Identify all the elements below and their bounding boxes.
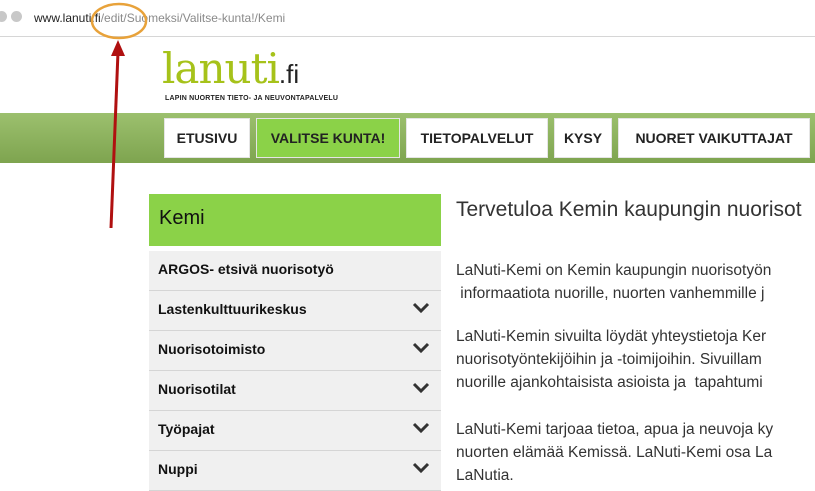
globe-icon xyxy=(11,11,22,22)
url-text[interactable]: www.lanuti.fi/edit/Suomeksi/Valitse-kunt… xyxy=(34,11,285,25)
nav-item-valitse-kunta[interactable]: VALITSE KUNTA! xyxy=(256,118,400,158)
arrow-head-icon xyxy=(111,40,125,56)
sidebar-item-label: Työpajat xyxy=(158,421,215,437)
nav-item-kysy[interactable]: KYSY xyxy=(554,118,612,158)
logo-wordmark: lanuti xyxy=(162,44,280,93)
paragraph-line: nuorten elämää Kemissä. LaNuti-Kemi osa … xyxy=(456,444,773,461)
chevron-down-icon[interactable] xyxy=(411,421,431,435)
content-paragraph-2: LaNuti-Kemin sivuilta löydät yhteystieto… xyxy=(456,325,766,394)
paragraph-line: LaNutia. xyxy=(456,467,514,484)
paragraph-line: LaNuti-Kemi tarjoaa tietoa, apua ja neuv… xyxy=(456,421,774,438)
chevron-down-icon[interactable] xyxy=(411,341,431,355)
site-logo[interactable]: lanuti.fi LAPIN NUORTEN TIETO- JA NEUVON… xyxy=(162,48,338,103)
paragraph-line: LaNuti-Kemi on Kemin kaupungin nuorisoty… xyxy=(456,262,772,279)
sidebar-title: Kemi xyxy=(149,194,441,246)
back-icon[interactable] xyxy=(0,11,7,22)
url-domain: www.lanuti.fi xyxy=(34,11,101,25)
logo-tagline: LAPIN NUORTEN TIETO- JA NEUVONTAPALVELU xyxy=(165,95,339,102)
sidebar-item-label: Nuorisotilat xyxy=(158,381,236,397)
sidebar-item-nuorisotilat[interactable]: Nuorisotilat xyxy=(149,371,441,411)
sidebar-item-tyopajat[interactable]: Työpajat xyxy=(149,411,441,451)
sidebar-item-lastenkulttuurikeskus[interactable]: Lastenkulttuurikeskus xyxy=(149,291,441,331)
browser-url-bar[interactable]: www.lanuti.fi/edit/Suomeksi/Valitse-kunt… xyxy=(0,0,815,37)
nav-item-tietopalvelut[interactable]: TIETOPALVELUT xyxy=(406,118,548,158)
sidebar-item-nuppi[interactable]: Nuppi xyxy=(149,451,441,491)
chevron-down-icon[interactable] xyxy=(411,301,431,315)
sidebar-item-label: Nuppi xyxy=(158,461,198,477)
nav-item-nuoret-vaikuttajat[interactable]: NUORET VAIKUTTAJAT xyxy=(618,118,810,158)
page-title: Tervetuloa Kemin kaupungin nuorisot xyxy=(456,198,802,221)
nav-item-etusivu[interactable]: ETUSIVU xyxy=(164,118,250,158)
chevron-down-icon[interactable] xyxy=(411,461,431,475)
logo-tld: .fi xyxy=(278,59,300,89)
chevron-down-icon[interactable] xyxy=(411,381,431,395)
sidebar-item-argos[interactable]: ARGOS- etsivä nuorisotyö xyxy=(149,251,441,291)
sidebar-item-label: Nuorisotoimisto xyxy=(158,341,266,357)
url-path: /edit/Suomeksi/Valitse-kunta!/Kemi xyxy=(100,11,286,25)
paragraph-line: nuorille ajankohtaisista asioista ja tap… xyxy=(456,374,763,391)
paragraph-line: LaNuti-Kemin sivuilta löydät yhteystieto… xyxy=(456,328,767,345)
paragraph-line: informaatiota nuorille, nuorten vanhemmi… xyxy=(456,285,765,302)
content-paragraph-3: LaNuti-Kemi tarjoaa tietoa, apua ja neuv… xyxy=(456,418,773,487)
content-paragraph-1: LaNuti-Kemi on Kemin kaupungin nuorisoty… xyxy=(456,259,771,305)
sidebar-item-label: Lastenkulttuurikeskus xyxy=(158,301,307,317)
paragraph-line: nuorisotyöntekijöihin ja -toimijoihin. S… xyxy=(456,351,762,368)
sidebar-item-label: ARGOS- etsivä nuorisotyö xyxy=(158,261,334,277)
sidebar-item-nuorisotoimisto[interactable]: Nuorisotoimisto xyxy=(149,331,441,371)
